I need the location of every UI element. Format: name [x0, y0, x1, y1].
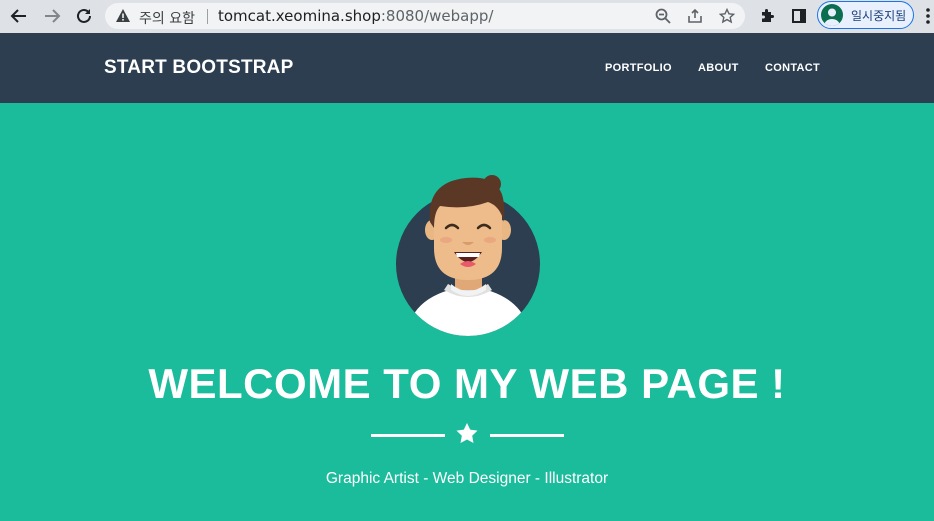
nav-link-about[interactable]: ABOUT	[698, 62, 739, 74]
url-host: tomcat.xeomina.shop	[218, 7, 381, 25]
forward-button[interactable]	[40, 5, 64, 27]
address-bar[interactable]: 주의 요함 tomcat.xeomina.shop:8080/webapp/	[105, 3, 745, 29]
zoom-icon[interactable]	[653, 6, 673, 26]
back-button[interactable]	[7, 5, 31, 27]
bookmark-star-icon[interactable]	[717, 6, 737, 26]
browser-toolbar: 주의 요함 tomcat.xeomina.shop:8080/webapp/ 일…	[0, 0, 934, 33]
reload-icon	[77, 8, 91, 23]
security-warning-label[interactable]: 주의 요함	[139, 8, 195, 28]
site-navbar: START BOOTSTRAP PORTFOLIO ABOUT CONTACT	[0, 33, 934, 103]
page-subheading: Graphic Artist - Web Designer - Illustra…	[325, 470, 609, 487]
profile-status-label: 일시중지됨	[851, 9, 907, 23]
divider-line-left	[371, 434, 445, 437]
side-panel-icon[interactable]	[788, 5, 810, 27]
more-menu-icon[interactable]	[925, 6, 934, 26]
url-text[interactable]: tomcat.xeomina.shop:8080/webapp/	[218, 7, 493, 25]
star-icon	[456, 423, 478, 443]
brand-link[interactable]: START BOOTSTRAP	[104, 57, 293, 79]
reload-button[interactable]	[72, 5, 96, 27]
star-divider	[371, 422, 564, 446]
url-path: :8080/webapp/	[380, 7, 494, 25]
share-icon[interactable]	[685, 6, 705, 26]
nav-link-portfolio[interactable]: PORTFOLIO	[605, 62, 672, 74]
profile-avatar-icon	[821, 4, 843, 26]
extensions-icon[interactable]	[756, 5, 778, 27]
address-separator	[207, 9, 208, 24]
nav-link-contact[interactable]: CONTACT	[765, 62, 820, 74]
arrow-left-icon	[10, 9, 26, 23]
page-heading: WELCOME TO MY WEB PAGE !	[148, 360, 786, 407]
divider-line-right	[490, 434, 564, 437]
warning-icon	[116, 9, 130, 22]
avatar-illustration	[396, 175, 540, 336]
arrow-right-icon	[45, 9, 61, 23]
profile-button[interactable]: 일시중지됨	[817, 1, 914, 29]
